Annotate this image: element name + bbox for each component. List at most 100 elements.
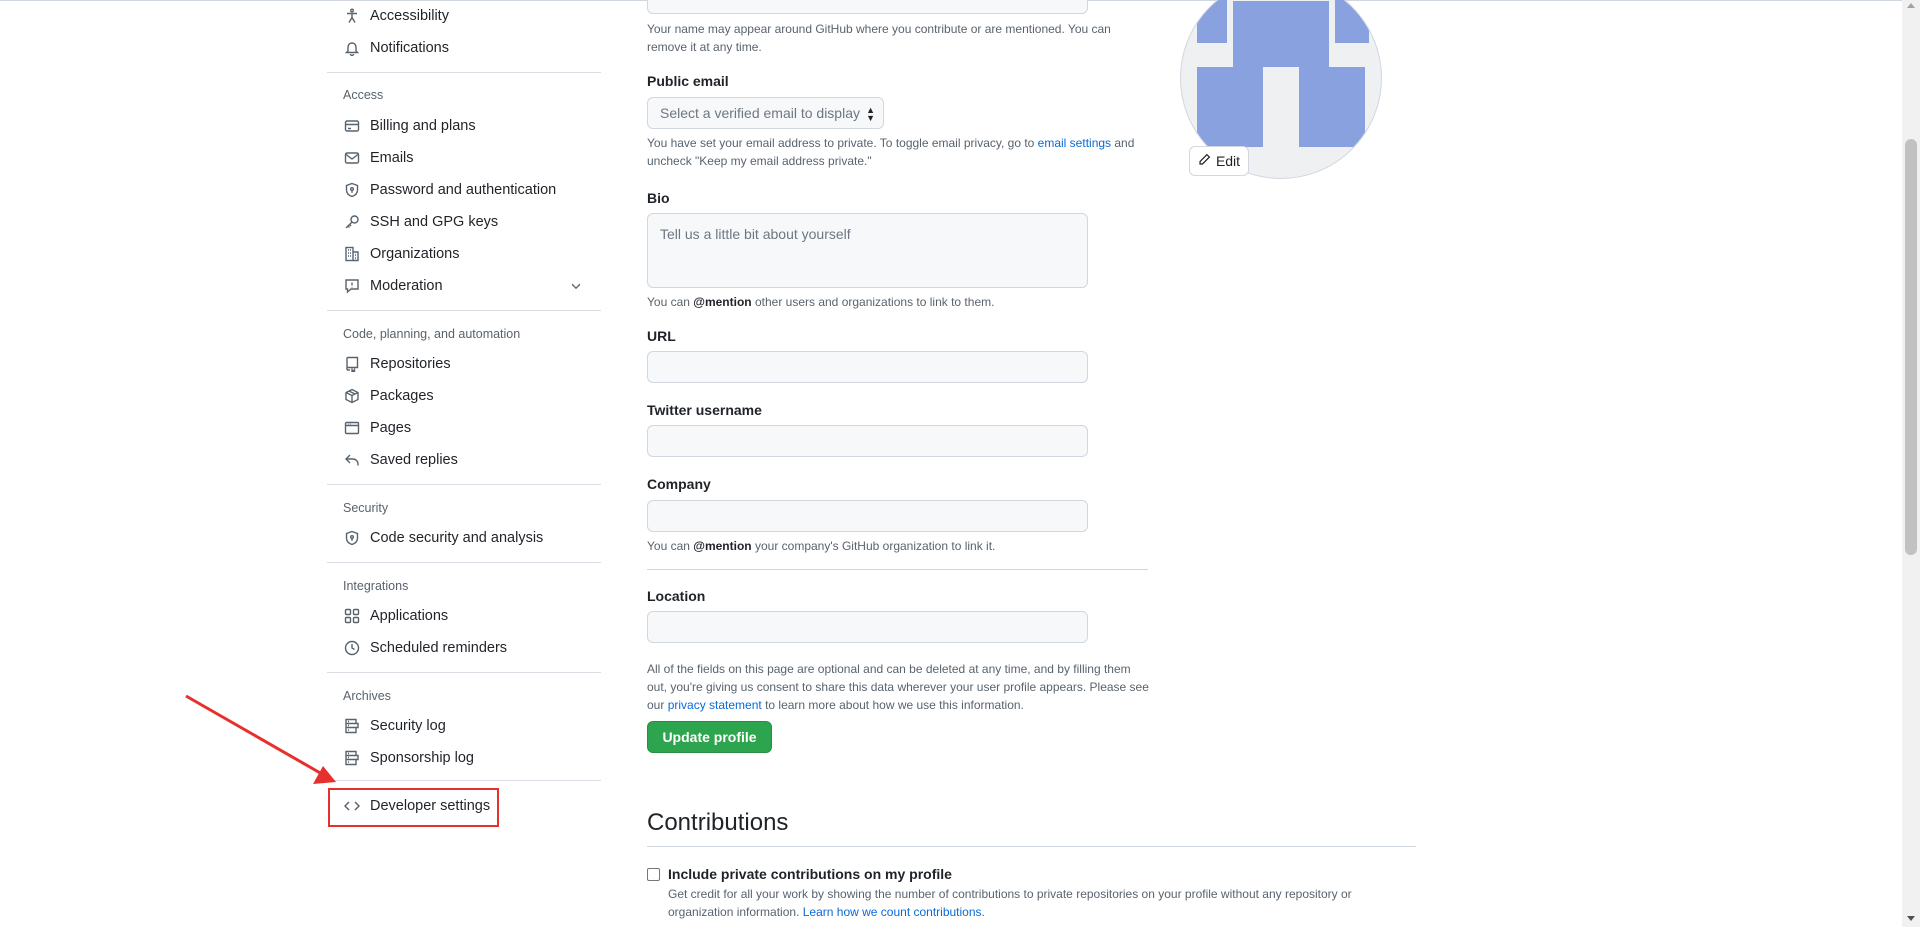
sidebar-item-label: Billing and plans — [370, 118, 476, 134]
company-input[interactable] — [647, 500, 1088, 532]
sidebar-item-pages[interactable]: Pages — [327, 413, 601, 443]
browser-icon — [343, 419, 361, 437]
bio-label: Bio — [647, 190, 670, 206]
sidebar-group-archives: Archives — [343, 689, 391, 703]
help-text: You can — [647, 539, 694, 553]
sidebar-item-label: Emails — [370, 150, 414, 166]
sidebar-item-label: Notifications — [370, 40, 449, 56]
location-input[interactable] — [647, 611, 1088, 643]
company-help: You can @mention your company's GitHub o… — [647, 537, 1127, 555]
highlight-box — [328, 788, 499, 827]
privacy-statement-link[interactable]: privacy statement — [668, 698, 762, 712]
sidebar-item-ssh-gpg[interactable]: SSH and GPG keys — [327, 207, 601, 237]
help-text: Get credit for all your work by showing … — [668, 887, 1352, 919]
chevron-down-icon[interactable] — [569, 279, 583, 297]
count-contributions-link[interactable]: Learn how we count contributions. — [803, 905, 985, 919]
sidebar-item-label: Code security and analysis — [370, 530, 544, 546]
private-contributions-label[interactable]: Include private contributions on my prof… — [668, 866, 952, 882]
bio-help: You can @mention other users and organiz… — [647, 293, 1127, 311]
bell-icon — [343, 39, 361, 57]
company-label: Company — [647, 476, 711, 492]
sidebar-item-notifications[interactable]: Notifications — [327, 33, 601, 63]
bio-textarea[interactable]: Tell us a little bit about yourself — [647, 213, 1088, 288]
sidebar-divider — [327, 780, 601, 781]
help-text: to learn more about how we use this info… — [761, 698, 1024, 712]
sidebar-item-label: Pages — [370, 420, 412, 436]
public-email-label: Public email — [647, 73, 729, 89]
public-email-selected: Select a verified email to display — [660, 105, 860, 121]
email-settings-link[interactable]: email settings — [1038, 136, 1111, 150]
scroll-down-icon[interactable] — [1907, 916, 1915, 921]
sidebar-item-label: Moderation — [370, 278, 443, 294]
url-input[interactable] — [647, 351, 1088, 383]
sidebar-item-saved-replies[interactable]: Saved replies — [327, 445, 601, 475]
avatar-block — [1299, 67, 1365, 147]
public-email-help: You have set your email address to priva… — [647, 134, 1137, 170]
avatar-block — [1335, 0, 1369, 43]
sidebar-divider — [327, 72, 601, 73]
page-scrollbar[interactable] — [1902, 0, 1920, 927]
sidebar-item-code-security[interactable]: Code security and analysis — [327, 523, 601, 553]
sidebar-item-security-log[interactable]: Security log — [327, 711, 601, 741]
package-icon — [343, 387, 361, 405]
sidebar-item-emails[interactable]: Emails — [327, 143, 601, 173]
twitter-label: Twitter username — [647, 402, 762, 418]
consent-text: All of the fields on this page are optio… — [647, 660, 1152, 714]
contributions-title: Contributions — [647, 809, 789, 836]
sidebar-item-label: Organizations — [370, 246, 460, 262]
twitter-input[interactable] — [647, 425, 1088, 457]
location-label: Location — [647, 588, 706, 604]
credit-card-icon — [343, 117, 361, 135]
sidebar-item-scheduled-reminders[interactable]: Scheduled reminders — [327, 633, 601, 663]
sidebar-item-accessibility[interactable]: Accessibility — [327, 1, 601, 31]
public-email-select[interactable]: Select a verified email to display ▲ ▼ — [647, 97, 884, 129]
sidebar-divider — [327, 672, 601, 673]
sidebar-group-integrations: Integrations — [343, 579, 409, 593]
apps-icon — [343, 607, 361, 625]
repo-icon — [343, 355, 361, 373]
sidebar-item-applications[interactable]: Applications — [327, 601, 601, 631]
update-profile-button[interactable]: Update profile — [647, 721, 772, 753]
organization-icon — [343, 245, 361, 263]
sidebar-item-label: Applications — [370, 608, 449, 624]
sidebar-item-moderation[interactable]: Moderation — [327, 271, 601, 301]
clock-icon — [343, 639, 361, 657]
sidebar-item-packages[interactable]: Packages — [327, 381, 601, 411]
sidebar-item-label: Packages — [370, 388, 434, 404]
sidebar-divider — [327, 562, 601, 563]
edit-label: Edit — [1215, 153, 1241, 169]
sidebar-item-sponsorship-log[interactable]: Sponsorship log — [327, 743, 601, 773]
scroll-up-icon[interactable] — [1907, 3, 1915, 8]
pencil-icon — [1198, 153, 1211, 169]
sidebar-item-label: Sponsorship log — [370, 750, 474, 766]
help-text: You have set your email address to priva… — [647, 136, 1038, 150]
shield-lock-icon — [343, 181, 361, 199]
form-divider — [647, 569, 1148, 570]
sidebar-item-organizations[interactable]: Organizations — [327, 239, 601, 269]
reply-icon — [343, 451, 361, 469]
name-help-text: Your name may appear around GitHub where… — [647, 22, 1111, 54]
private-contributions-checkbox[interactable] — [647, 868, 660, 881]
sidebar-group-security: Security — [343, 501, 389, 515]
avatar-block — [1233, 1, 1329, 67]
sidebar-item-label: Scheduled reminders — [370, 640, 508, 656]
sidebar-item-label: Password and authentication — [370, 182, 557, 198]
scroll-thumb[interactable] — [1905, 139, 1917, 555]
avatar-block — [1197, 67, 1263, 147]
mention-text: @mention — [693, 295, 752, 309]
url-label: URL — [647, 328, 676, 344]
sidebar-item-label: Accessibility — [370, 8, 449, 24]
log-icon — [343, 717, 361, 735]
sidebar-item-repositories[interactable]: Repositories — [327, 349, 601, 379]
help-text: your company's GitHub organization to li… — [751, 539, 996, 553]
avatar-block — [1197, 0, 1227, 43]
sidebar-item-password[interactable]: Password and authentication — [327, 175, 601, 205]
log-icon — [343, 749, 361, 767]
name-input[interactable] — [647, 0, 1088, 14]
key-icon — [343, 213, 361, 231]
sidebar-item-label: Repositories — [370, 356, 451, 372]
sidebar-item-billing[interactable]: Billing and plans — [327, 111, 601, 141]
mail-icon — [343, 149, 361, 167]
contributions-help: Get credit for all your work by showing … — [668, 885, 1388, 921]
avatar-edit-button[interactable]: Edit — [1189, 146, 1249, 176]
